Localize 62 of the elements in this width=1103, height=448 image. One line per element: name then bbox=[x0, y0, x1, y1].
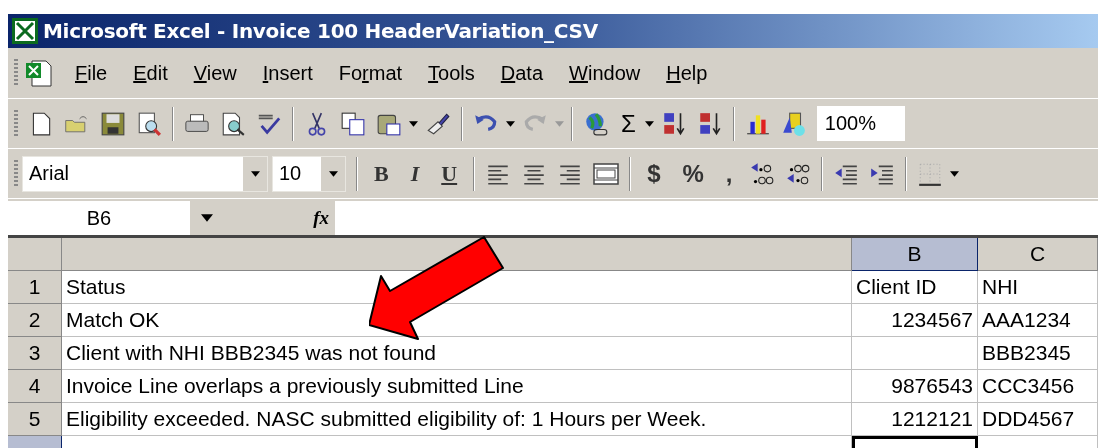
table-cell: 1212121 bbox=[852, 403, 978, 436]
menu-item[interactable]: Format bbox=[325, 61, 416, 85]
function-button[interactable]: fx bbox=[313, 207, 329, 229]
dropdown-arrow-icon[interactable] bbox=[409, 120, 418, 127]
column-header[interactable] bbox=[62, 238, 852, 271]
menu-item[interactable]: Tools bbox=[415, 61, 488, 85]
preview-icon[interactable] bbox=[136, 110, 162, 137]
table-cell: Eligibility exceeded. NASC submitted eligibility of: 1 Hours per Week. bbox=[62, 403, 852, 436]
table-cell: NHI bbox=[978, 271, 1098, 304]
row-header[interactable]: 5 bbox=[8, 403, 62, 436]
dropdown-arrow-icon[interactable] bbox=[201, 214, 213, 222]
menu-item[interactable]: File bbox=[62, 61, 121, 85]
table-cell: AAA1234 bbox=[978, 304, 1098, 337]
zoom-field[interactable]: 100% bbox=[816, 106, 905, 141]
row-header[interactable]: 3 bbox=[8, 337, 62, 370]
print-preview-icon[interactable] bbox=[220, 110, 246, 137]
dropdown-arrow-icon[interactable] bbox=[328, 170, 338, 177]
menu-item[interactable]: Edit bbox=[120, 61, 181, 85]
row-header[interactable]: 2 bbox=[8, 304, 62, 337]
autosum-button[interactable]: Σ bbox=[619, 109, 638, 138]
font-size-field[interactable]: 10 bbox=[272, 155, 346, 192]
formula-field[interactable] bbox=[335, 201, 1098, 235]
percent-button[interactable]: % bbox=[676, 159, 710, 188]
excel-icon bbox=[11, 17, 39, 45]
globe-icon[interactable] bbox=[583, 110, 609, 137]
workbook-icon[interactable] bbox=[24, 58, 54, 88]
menu-item[interactable]: Insert bbox=[249, 61, 326, 85]
table-cell: 1234567 bbox=[852, 304, 978, 337]
dropdown-arrow-icon[interactable] bbox=[506, 120, 515, 127]
name-box[interactable]: B6 bbox=[8, 201, 190, 235]
column-header[interactable]: B bbox=[852, 238, 978, 271]
merge-center-icon[interactable] bbox=[593, 160, 620, 187]
increase-decimal-icon[interactable] bbox=[748, 160, 775, 187]
dropdown-arrow-icon bbox=[555, 120, 564, 127]
table-cell: Client with NHI BBB2345 was not found bbox=[62, 337, 852, 370]
table-cell: CCC3456 bbox=[978, 370, 1098, 403]
table-cell: BBB2345 bbox=[978, 337, 1098, 370]
comma-button[interactable]: , bbox=[719, 159, 739, 188]
copy-icon[interactable] bbox=[340, 110, 366, 137]
underline-button[interactable]: U bbox=[435, 160, 464, 187]
bold-button[interactable]: B bbox=[368, 160, 395, 187]
row-header[interactable]: 4 bbox=[8, 370, 62, 403]
table-cell: Client ID bbox=[852, 271, 978, 304]
menu-item[interactable]: View bbox=[180, 61, 250, 85]
italic-button[interactable]: I bbox=[404, 160, 426, 187]
dropdown-arrow-icon[interactable] bbox=[644, 120, 654, 127]
table-cell: Invoice Line overlaps a previously submitted Line bbox=[62, 370, 852, 403]
table-cell: DDD4567 bbox=[978, 403, 1098, 436]
save-icon[interactable] bbox=[100, 110, 126, 137]
drawing-tools-icon[interactable] bbox=[780, 110, 807, 137]
font-field[interactable]: Arial bbox=[22, 155, 268, 192]
row-header[interactable]: 1 bbox=[8, 271, 62, 304]
table-cell: 9876543 bbox=[852, 370, 978, 403]
paintbrush-icon[interactable] bbox=[425, 110, 451, 137]
menu-item[interactable]: Window bbox=[556, 61, 654, 85]
menu-item[interactable]: Data bbox=[487, 61, 557, 85]
dropdown-arrow-icon[interactable] bbox=[949, 170, 959, 177]
dropdown-arrow-icon[interactable] bbox=[250, 170, 260, 177]
window-title: Microsoft Excel - Invoice 100 HeaderVariation_CSV bbox=[43, 19, 598, 43]
currency-button[interactable]: $ bbox=[641, 159, 667, 188]
menu-item[interactable]: Help bbox=[653, 61, 721, 85]
column-header[interactable]: C bbox=[978, 238, 1098, 271]
